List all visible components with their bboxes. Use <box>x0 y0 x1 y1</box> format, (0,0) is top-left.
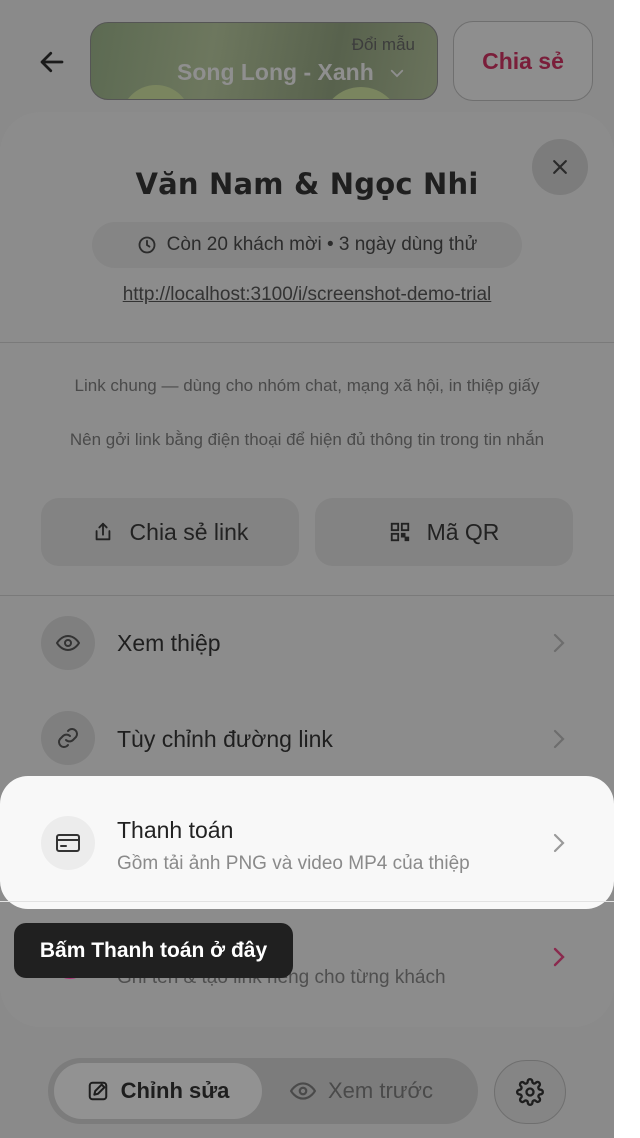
share-link-button[interactable]: Chia sẻ link <box>41 498 299 566</box>
row-title: Xem thiệp <box>117 630 221 656</box>
qr-code-icon <box>390 522 409 542</box>
couple-name: Văn Nam & Ngọc Nhi <box>135 167 479 201</box>
gear-icon <box>516 1078 544 1106</box>
template-thumbnail-decoration <box>121 85 191 99</box>
payment-tooltip: Bấm Thanh toán ở đây <box>14 923 293 978</box>
preview-label: Xem trước <box>328 1078 433 1103</box>
clock-icon <box>138 236 156 254</box>
template-thumbnail-decoration <box>321 87 401 99</box>
eye-icon <box>56 634 80 652</box>
edit-button[interactable]: Chỉnh sửa <box>54 1063 262 1119</box>
invite-url-link[interactable]: http://localhost:3100/i/screenshot-demo-… <box>0 284 614 306</box>
divider <box>0 901 614 902</box>
template-name-text: Song Long - Xanh <box>177 59 374 85</box>
template-selector[interactable]: Đổi mẫu Song Long - Xanh <box>90 22 438 100</box>
chevron-right-icon <box>548 946 570 968</box>
app-stage: Đổi mẫu Song Long - Xanh Chia sẻ Văn Nam… <box>0 0 614 1138</box>
eye-icon <box>290 1082 316 1100</box>
chevron-right-icon <box>548 832 570 854</box>
divider <box>0 342 614 343</box>
row-title: Tùy chỉnh đường link <box>117 726 333 752</box>
chevron-right-icon <box>548 632 570 654</box>
link-icon <box>58 728 78 748</box>
list-item-custom-link[interactable]: Tùy chỉnh đường link <box>0 691 614 787</box>
share-icon <box>95 522 110 541</box>
trial-status-badge: Còn 20 khách mời • 3 ngày dùng thử <box>92 222 522 268</box>
arrow-left-icon <box>40 51 64 73</box>
share-note-line2: Nên gởi link bằng điện thoại để hiện đủ … <box>69 430 545 449</box>
row-icon-wrap <box>41 711 95 765</box>
share-link-label: Chia sẻ link <box>129 518 249 545</box>
settings-button[interactable] <box>494 1060 566 1124</box>
list-item-view-card[interactable]: Xem thiệp <box>0 595 614 691</box>
edit-label: Chỉnh sửa <box>120 1078 230 1103</box>
qr-code-label: Mã QR <box>426 518 500 545</box>
share-note-line1: Link chung — dùng cho nhóm chat, mạng xã… <box>74 376 540 395</box>
share-button[interactable]: Chia sẻ <box>453 21 593 101</box>
trial-status-text: Còn 20 khách mời • 3 ngày dùng thử <box>166 234 478 255</box>
change-template-label: Đổi mẫu <box>351 35 415 54</box>
row-title: Thanh toán <box>117 817 234 843</box>
back-button[interactable] <box>30 40 74 84</box>
row-icon-wrap <box>41 616 95 670</box>
chevron-right-icon <box>548 728 570 750</box>
row-subtitle: Gồm tải ảnh PNG và video MP4 của thiệp <box>117 853 470 874</box>
list-item-payment[interactable]: Thanh toán Gồm tải ảnh PNG và video MP4 … <box>0 776 614 909</box>
chevron-down-icon <box>390 69 403 77</box>
credit-card-icon <box>56 834 80 852</box>
qr-code-button[interactable]: Mã QR <box>315 498 573 566</box>
preview-button[interactable]: Xem trước <box>285 1063 465 1119</box>
scrollbar-track[interactable] <box>614 0 640 1138</box>
template-name: Song Long - Xanh <box>177 59 406 86</box>
edit-icon <box>88 1081 107 1101</box>
row-icon-wrap <box>41 816 95 870</box>
